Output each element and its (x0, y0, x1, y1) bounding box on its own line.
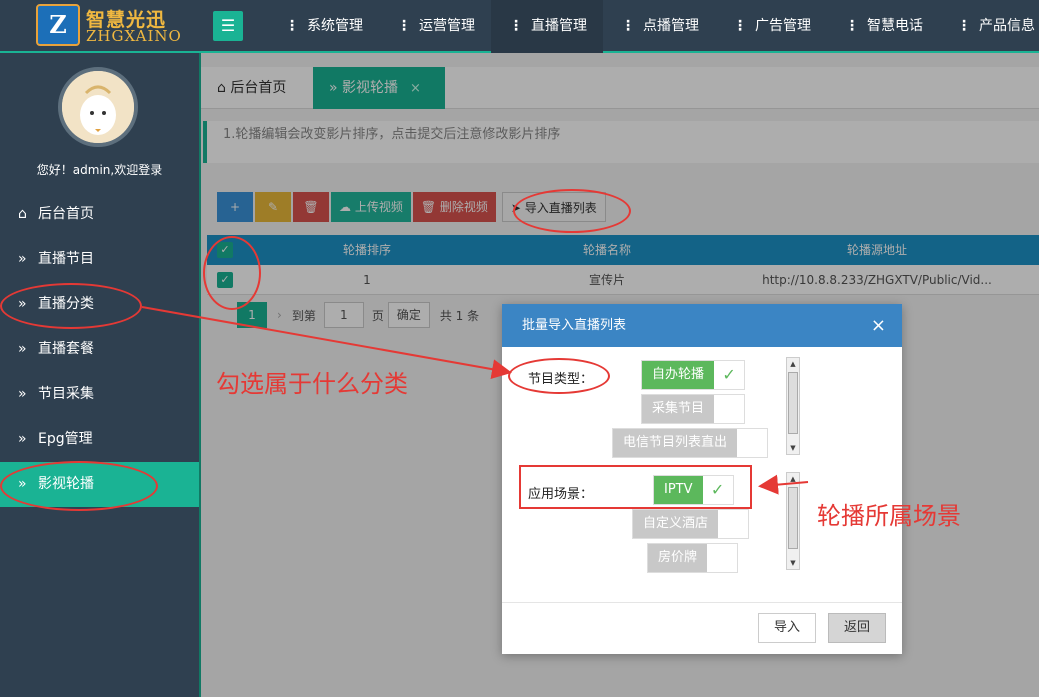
avatar-face-icon (62, 71, 134, 143)
main-nav: ⋮ 系统管理 ⋮ 运营管理 ⋮ 直播管理 ⋮ 点播管理 ⋮ 广告管理 ⋮ 智慧电话 ⋮ 产品信… (267, 0, 1039, 53)
avatar[interactable] (58, 67, 138, 147)
more-dots-icon: ⋮ (621, 18, 635, 34)
sidebar-item-home[interactable]: ⌂ 后台首页 (0, 192, 199, 237)
nav-item-operation[interactable]: ⋮ 运营管理 (379, 0, 491, 53)
modal-header: 批量导入直播列表 × (502, 304, 902, 347)
annotation-circle-carousel (0, 461, 158, 511)
sidebar-item-epg[interactable]: » Epg管理 (0, 417, 199, 462)
sidebar-item-collection[interactable]: » 节目采集 (0, 372, 199, 417)
more-dots-icon: ⋮ (957, 18, 971, 34)
logo-text-en: ZHGXAINO (86, 27, 182, 45)
nav-item-system[interactable]: ⋮ 系统管理 (267, 0, 379, 53)
type-option-collected[interactable]: 采集节目 (641, 394, 746, 424)
scroll-down-icon[interactable]: ▼ (787, 557, 799, 569)
annotation-circle-checkbox (203, 236, 261, 310)
annotation-circle-type (508, 358, 610, 394)
nav-item-product[interactable]: ⋮ 产品信息 (939, 0, 1039, 53)
top-navbar: Z 智慧光迅 ZHGXAINO ☰ ⋮ 系统管理 ⋮ 运营管理 ⋮ 直播管理 ⋮ 点播管… (0, 0, 1039, 53)
menu-toggle-button[interactable]: ☰ (213, 11, 243, 41)
type-option-telecom[interactable]: 电信节目列表直出 (612, 428, 769, 458)
nav-item-phone[interactable]: ⋮ 智慧电话 (827, 0, 939, 53)
annotation-rect-scene (519, 465, 752, 509)
double-chevron-icon: » (18, 386, 27, 402)
scene-option-price-board[interactable]: 房价牌 (647, 543, 739, 573)
scroll-up-icon[interactable]: ▲ (787, 473, 799, 485)
type-scrollbar[interactable]: ▲ ▼ (786, 357, 800, 455)
check-icon: ✓ (722, 365, 736, 384)
double-chevron-icon: » (18, 341, 27, 357)
sidebar: 您好！admin,欢迎登录 ⌂ 后台首页 » 直播节目 » 直播分类 » 直播套餐 » 节… (0, 53, 199, 697)
type-option-self-carousel[interactable]: 自办轮播 ✓ (641, 360, 746, 390)
scroll-down-icon[interactable]: ▼ (787, 442, 799, 454)
annotation-circle-category (0, 283, 142, 329)
annotation-circle-import (513, 189, 631, 233)
nav-item-vod[interactable]: ⋮ 点播管理 (603, 0, 715, 53)
double-chevron-icon: » (18, 251, 27, 267)
import-button[interactable]: 导入 (758, 613, 816, 643)
modal-footer: 导入 返回 (502, 602, 902, 643)
double-chevron-icon: » (18, 431, 27, 447)
back-button[interactable]: 返回 (828, 613, 886, 643)
annotation-text-right: 轮播所属场景 (817, 502, 961, 530)
scene-scrollbar[interactable]: ▲ ▼ (786, 472, 800, 570)
logo: Z 智慧光迅 ZHGXAINO (36, 4, 196, 48)
sidebar-item-live-package[interactable]: » 直播套餐 (0, 327, 199, 372)
logo-mark: Z (36, 4, 80, 46)
nav-item-ads[interactable]: ⋮ 广告管理 (715, 0, 827, 53)
more-dots-icon: ⋮ (285, 18, 299, 34)
welcome-text: 您好！admin,欢迎登录 (36, 163, 163, 177)
close-icon[interactable]: × (871, 304, 886, 347)
more-dots-icon: ⋮ (397, 18, 411, 34)
nav-item-live[interactable]: ⋮ 直播管理 (491, 0, 603, 53)
scroll-up-icon[interactable]: ▲ (787, 358, 799, 370)
home-icon: ⌂ (18, 206, 27, 222)
annotation-text-left: 勾选属于什么分类 (216, 370, 408, 398)
scene-option-custom-hotel[interactable]: 自定义酒店 (632, 509, 750, 539)
more-dots-icon: ⋮ (733, 18, 747, 34)
modal-title: 批量导入直播列表 (522, 318, 627, 333)
more-dots-icon: ⋮ (845, 18, 859, 34)
sidebar-item-live-programs[interactable]: » 直播节目 (0, 237, 199, 282)
more-dots-icon: ⋮ (509, 18, 523, 34)
